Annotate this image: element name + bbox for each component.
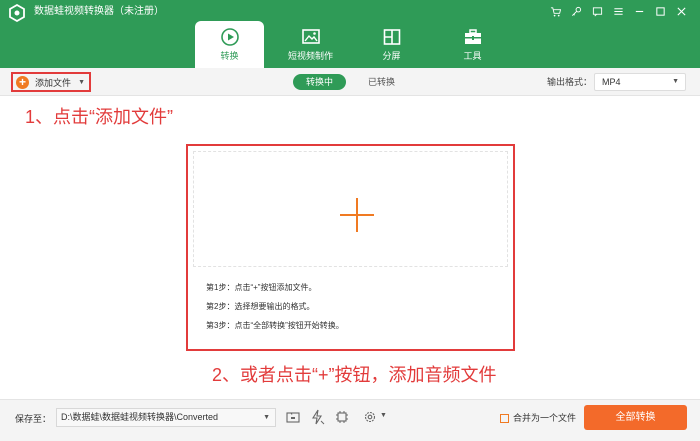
tab-convert[interactable]: 转换	[195, 21, 264, 68]
split-screen-icon	[383, 29, 400, 45]
output-format-value: MP4	[602, 77, 621, 87]
feedback-icon[interactable]	[587, 3, 608, 19]
save-to-label: 保存至：	[15, 414, 52, 424]
add-file-label: 添加文件	[35, 77, 72, 88]
save-path-select[interactable]: D:\数据蛙\数据蛙视频转换器\Converted ▼	[56, 408, 276, 427]
window-controls	[545, 3, 692, 19]
status-segment: 转换中 已转换	[293, 74, 395, 90]
step-text: 第1步：点击“+”按钮添加文件。	[206, 283, 317, 292]
minimize-icon[interactable]	[629, 3, 650, 19]
chevron-down-icon: ▼	[672, 78, 679, 85]
menu-icon[interactable]	[608, 3, 629, 19]
convert-toolbar: + 添加文件 ▼ 转换中 已转换 输出格式： MP4 ▼	[0, 68, 700, 96]
toolbox-icon	[464, 29, 481, 44]
segment-converting[interactable]: 转换中	[293, 74, 347, 90]
merge-label: 合并为一个文件	[513, 413, 577, 423]
instruction-steps: 第1步：点击“+”按钮添加文件。 第2步：选择想要输出的格式。 第3步：点击“全…	[206, 282, 344, 339]
tab-short-video[interactable]: 短视频制作	[276, 21, 345, 68]
folder-icon[interactable]	[285, 409, 301, 425]
output-format-label: 输出格式：	[547, 77, 593, 87]
segment-converted[interactable]: 已转换	[368, 74, 395, 90]
tab-label: 转换	[220, 51, 239, 61]
footer-bar: 保存至： D:\数据蛙\数据蛙视频转换器\Converted ▼ ▼ 合并为一个…	[0, 399, 700, 441]
tab-label: 工具	[463, 51, 482, 61]
convert-all-button[interactable]: 全部转换	[584, 405, 687, 430]
cart-icon[interactable]	[545, 3, 566, 19]
convert-icon	[220, 28, 239, 46]
tab-label: 分屏	[382, 51, 401, 61]
chevron-down-icon[interactable]: ▼	[78, 79, 85, 86]
tab-tools[interactable]: 工具	[438, 21, 507, 68]
close-icon[interactable]	[671, 3, 692, 19]
main-tabs: 转换 短视频制作 分屏 工具	[195, 21, 519, 68]
app-title: 数据蛙视频转换器（未注册）	[34, 6, 164, 17]
hardware-acceleration-icon[interactable]	[309, 409, 325, 425]
merge-into-one-checkbox[interactable]: 合并为一个文件	[500, 412, 576, 424]
tab-label: 短视频制作	[287, 51, 333, 61]
add-icon: +	[16, 75, 29, 89]
annotation-step2: 2、或者点击“+”按钮，添加音频文件	[212, 365, 497, 385]
output-format-select[interactable]: MP4 ▼	[594, 73, 686, 91]
step-text: 第2步：选择想要输出的格式。	[206, 302, 315, 311]
add-plus-icon[interactable]	[340, 198, 374, 232]
checkbox-box[interactable]	[500, 413, 509, 423]
add-file-button[interactable]: + 添加文件 ▼	[11, 72, 91, 92]
drop-area[interactable]	[193, 151, 508, 267]
app-logo-icon	[9, 4, 25, 22]
chevron-down-icon[interactable]: ▼	[380, 412, 387, 419]
annotation-step1: 1、点击“添加文件”	[25, 107, 173, 127]
file-drop-zone[interactable]: 第1步：点击“+”按钮添加文件。 第2步：选择想要输出的格式。 第3步：点击“全…	[186, 144, 515, 351]
chevron-down-icon: ▼	[263, 414, 270, 421]
settings-gear-icon[interactable]	[362, 409, 378, 425]
key-icon[interactable]	[566, 3, 587, 19]
maximize-icon[interactable]	[650, 3, 671, 19]
gpu-chip-icon[interactable]	[334, 409, 350, 425]
save-path-value: D:\数据蛙\数据蛙视频转换器\Converted	[61, 412, 219, 422]
title-bar: 数据蛙视频转换器（未注册） 转换 短视频制作 分屏 工具	[0, 0, 700, 68]
video-make-icon	[301, 29, 320, 44]
tab-split-screen[interactable]: 分屏	[357, 21, 426, 68]
step-text: 第3步：点击“全部转换”按钮开始转换。	[206, 321, 344, 330]
